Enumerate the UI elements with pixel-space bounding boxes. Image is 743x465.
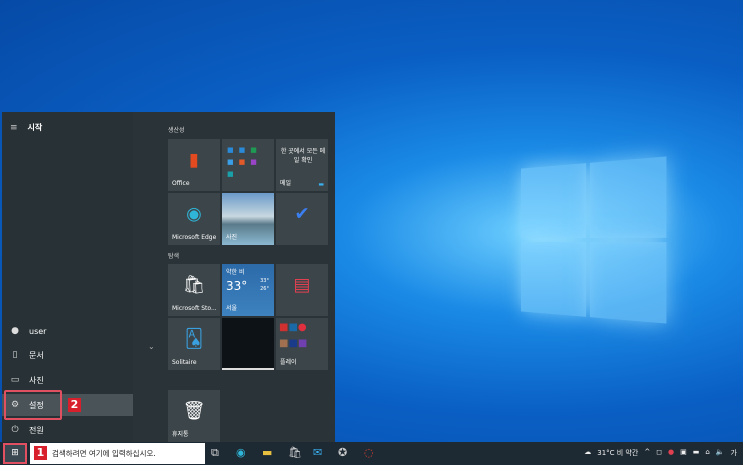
app2-taskbar-icon[interactable]: ◌ bbox=[364, 446, 374, 459]
tray-app3-icon[interactable]: ▣ bbox=[680, 448, 687, 458]
start-title: 시작 bbox=[27, 123, 43, 132]
tile-label: 메일 bbox=[280, 180, 292, 187]
step-2-badge: 2 bbox=[68, 398, 81, 412]
play-apps-icons: ■■● ■■■ bbox=[279, 322, 308, 349]
tile-edge[interactable]: ◉ Microsoft Edge bbox=[168, 193, 220, 245]
tile-label: 사진 bbox=[226, 234, 238, 241]
sidebar-item-documents[interactable]: ▯ 문서 bbox=[2, 344, 133, 366]
item-label: 사진 bbox=[29, 375, 44, 385]
tile-news[interactable]: ▤ bbox=[276, 264, 328, 316]
document-icon: ▯ bbox=[12, 350, 18, 360]
group-label-explore: 탐색 bbox=[168, 253, 180, 260]
sidebar-item-power[interactable]: ⏻ 전원 bbox=[2, 419, 133, 441]
recycle-bin-icon: 🗑 bbox=[182, 400, 206, 422]
item-label: user bbox=[29, 326, 47, 336]
weather-temp: 33° bbox=[226, 279, 248, 293]
weather-condition: 약한 비 bbox=[226, 269, 245, 276]
network-icon[interactable]: ⌂ bbox=[705, 448, 709, 458]
edge-icon: ◉ bbox=[186, 203, 202, 225]
mail-tile-text: 한 곳에서 모든 메일 확인 bbox=[280, 148, 326, 164]
user-avatar-icon: ● bbox=[11, 326, 19, 336]
weather-low: 26° bbox=[260, 286, 269, 292]
edge-taskbar-icon[interactable]: ◉ bbox=[236, 446, 246, 459]
app-taskbar-icon[interactable]: ✪ bbox=[338, 446, 347, 459]
tile-play-folder[interactable]: ■■● ■■■ 플레이 bbox=[276, 318, 328, 370]
step-1-badge: 1 bbox=[34, 446, 47, 460]
cards-icon: 🂡 bbox=[184, 328, 204, 350]
tray-app-icon[interactable]: ◻ bbox=[656, 448, 662, 458]
tile-store[interactable]: 🛍 Microsoft Sto... bbox=[168, 264, 220, 316]
file-explorer-icon[interactable]: ▬ bbox=[262, 446, 272, 459]
group-label-productivity: 생산성 bbox=[168, 127, 185, 134]
tile-office-apps[interactable]: ■■■ ■■■ ■ bbox=[222, 139, 274, 191]
store-taskbar-icon[interactable]: 🛍 bbox=[288, 446, 302, 459]
checkmark-icon: ✔ bbox=[294, 203, 310, 225]
tile-recycle-bin[interactable]: 🗑 휴지통 bbox=[168, 390, 220, 442]
item-label: 전원 bbox=[29, 425, 44, 435]
tile-live-app[interactable] bbox=[222, 318, 274, 370]
tile-office[interactable]: ▮ Office bbox=[168, 139, 220, 191]
item-label: 문서 bbox=[29, 350, 44, 360]
tile-label: 플레이 bbox=[280, 359, 297, 366]
volume-icon[interactable]: 🔈 bbox=[716, 448, 725, 458]
system-tray: ☁ 31°C 비 약간 ^ ◻ ● ▣ ▬ ⌂ 🔈 가 bbox=[584, 448, 737, 458]
mail-icon: ▬ bbox=[318, 181, 324, 188]
news-icon: ▤ bbox=[293, 274, 311, 296]
hamburger-menu-icon[interactable]: ≡ bbox=[10, 123, 18, 133]
tile-photos[interactable]: 사진 bbox=[222, 193, 274, 245]
task-view-icon[interactable]: ⧉ bbox=[211, 446, 219, 460]
mail-taskbar-icon[interactable]: ✉ bbox=[313, 446, 322, 459]
tile-weather[interactable]: 약한 비 33° 33° 26° 서울 bbox=[222, 264, 274, 316]
tile-label: 휴지통 bbox=[172, 431, 189, 438]
tray-app2-icon[interactable]: ● bbox=[668, 448, 674, 458]
sidebar-item-user[interactable]: ● user bbox=[2, 320, 133, 342]
search-placeholder: 검색하려면 여기에 입력하십시오. bbox=[52, 449, 156, 458]
windows-desktop-logo bbox=[520, 156, 667, 324]
ime-indicator[interactable]: 가 bbox=[731, 448, 737, 458]
tray-chevron-up-icon[interactable]: ^ bbox=[644, 448, 650, 458]
tile-label: Microsoft Sto... bbox=[172, 305, 217, 312]
weather-high: 33° bbox=[260, 278, 269, 284]
highlight-settings bbox=[4, 390, 62, 420]
tray-weather[interactable]: 31°C 비 약간 bbox=[597, 448, 638, 458]
office-icon: ▮ bbox=[189, 149, 199, 171]
power-icon: ⏻ bbox=[11, 425, 19, 435]
tile-label: Microsoft Edge bbox=[172, 234, 217, 241]
start-button[interactable]: ⊞ bbox=[3, 443, 27, 464]
tile-mail[interactable]: 한 곳에서 모든 메일 확인메일 ▬ bbox=[276, 139, 328, 191]
office-apps-icons: ■■■ ■■■ ■ bbox=[227, 146, 262, 178]
tile-todo[interactable]: ✔ bbox=[276, 193, 328, 245]
chevron-down-icon[interactable]: ⌄ bbox=[148, 342, 155, 351]
battery-icon[interactable]: ▬ bbox=[693, 448, 700, 458]
tile-solitaire[interactable]: 🂡 Solitaire bbox=[168, 318, 220, 370]
start-header: ≡ 시작 bbox=[10, 122, 42, 133]
tile-label: Office bbox=[172, 180, 190, 187]
store-icon: 🛍 bbox=[182, 274, 206, 296]
sidebar-item-pictures[interactable]: ▭ 사진 bbox=[2, 369, 133, 391]
tile-label: 서울 bbox=[226, 305, 238, 312]
start-menu: ≡ 시작 ● user ▯ 문서 ▭ 사진 ⚙ 설정 ⏻ 전원 2 ⌄ 생산성 ▮ Offi… bbox=[2, 112, 335, 442]
pictures-icon: ▭ bbox=[10, 375, 20, 385]
weather-cloud-icon: ☁ bbox=[584, 448, 592, 456]
tile-label: Solitaire bbox=[172, 359, 197, 366]
search-input[interactable]: 검색하려면 여기에 입력하십시오. bbox=[30, 443, 205, 464]
taskbar: ⊞ 검색하려면 여기에 입력하십시오. 1 ⧉ ◉ ▬ 🛍 ✉ ✪ ◌ ☁ 31… bbox=[0, 442, 743, 465]
